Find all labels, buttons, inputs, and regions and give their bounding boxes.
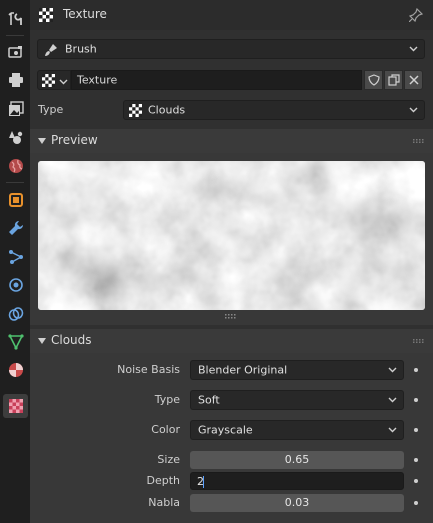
- camera-back-icon: [7, 46, 22, 58]
- brush-icon: [45, 44, 57, 56]
- properties-editor: Texture Brush Texture Type Clouds Previe…: [30, 0, 433, 523]
- size-label: Size: [157, 453, 180, 466]
- panel-expanded-icon: [38, 338, 46, 344]
- editor-header: Texture: [30, 0, 433, 30]
- texture-type-value: Clouds: [148, 103, 186, 117]
- texture-context-dropdown[interactable]: Brush: [37, 39, 425, 59]
- texture-name-field[interactable]: Texture: [71, 70, 362, 90]
- properties-tab-bar: [0, 0, 30, 523]
- close-icon: [408, 75, 419, 85]
- drag-handle-icon[interactable]: [413, 139, 425, 143]
- triangle-mesh-icon: [7, 334, 24, 350]
- size-field[interactable]: 0.65: [190, 451, 404, 469]
- preview-resize-handle-icon[interactable]: [225, 314, 237, 320]
- physics-tab[interactable]: [3, 273, 28, 297]
- checker-texture-icon: [42, 74, 55, 87]
- texture-type-dropdown[interactable]: Clouds: [123, 100, 425, 120]
- nabla-value: 0.03: [284, 496, 310, 509]
- keyframe-dot[interactable]: [414, 368, 418, 372]
- editor-title: Texture: [63, 7, 107, 21]
- chevron-down-icon: [388, 427, 397, 433]
- noise-type-dropdown[interactable]: Soft: [190, 390, 404, 410]
- chevron-down-icon: [388, 397, 397, 403]
- view-layer-tab[interactable]: [3, 97, 28, 121]
- color-label: Color: [151, 423, 180, 436]
- unlink-texture-button[interactable]: [404, 70, 423, 90]
- checker-texture-icon: [8, 399, 23, 413]
- size-value: 0.65: [284, 453, 310, 466]
- keyframe-dot[interactable]: [414, 501, 418, 505]
- noise-basis-label: Noise Basis: [117, 363, 180, 376]
- orange-square-icon: [8, 193, 23, 207]
- checker-texture-icon: [129, 104, 142, 117]
- particles-tab[interactable]: [3, 245, 28, 269]
- color-dropdown[interactable]: Grayscale: [190, 420, 404, 440]
- chevron-down-icon: [59, 79, 68, 85]
- depth-label: Depth: [146, 474, 180, 487]
- material-sphere-icon: [8, 363, 23, 377]
- panel-expanded-icon: [38, 138, 46, 144]
- world-tab[interactable]: [3, 154, 28, 178]
- scene-tab[interactable]: [3, 125, 28, 149]
- keyframe-dot[interactable]: [414, 458, 418, 462]
- texture-name-value: Texture: [77, 73, 118, 87]
- nabla-label: Nabla: [148, 496, 180, 509]
- duplicate-icon: [387, 74, 400, 86]
- constraints-tab[interactable]: [3, 302, 28, 326]
- wrench-screwdriver-icon: [7, 12, 22, 25]
- color-value: Grayscale: [198, 423, 253, 437]
- texture-preview-image: [38, 161, 425, 310]
- noise-basis-dropdown[interactable]: Blender Original: [190, 360, 404, 380]
- wrench-icon: [8, 220, 23, 235]
- object-tab[interactable]: [3, 188, 28, 212]
- noise-type-label: Type: [154, 393, 180, 406]
- keyframe-dot[interactable]: [414, 398, 418, 402]
- texture-tab[interactable]: [3, 394, 28, 418]
- checker-texture-icon: [39, 8, 53, 22]
- duplicate-texture-button[interactable]: [384, 70, 403, 90]
- fake-user-button[interactable]: [364, 70, 383, 90]
- nodes-icon: [8, 250, 23, 264]
- pin-icon[interactable]: [409, 8, 423, 22]
- drag-handle-icon[interactable]: [413, 339, 425, 343]
- output-tab[interactable]: [3, 68, 28, 92]
- depth-field[interactable]: 2: [190, 472, 404, 490]
- keyframe-dot[interactable]: [414, 428, 418, 432]
- orbit-icon: [8, 278, 23, 292]
- chevron-down-icon: [409, 46, 418, 52]
- type-label: Type: [38, 103, 64, 116]
- browse-texture-button[interactable]: [37, 70, 71, 90]
- material-tab[interactable]: [3, 358, 28, 382]
- clouds-panel-header[interactable]: Clouds: [30, 329, 433, 353]
- tool-tab[interactable]: [3, 7, 28, 31]
- chevron-down-icon: [388, 367, 397, 373]
- link-icon: [8, 307, 23, 321]
- preview-panel-title: Preview: [51, 133, 98, 147]
- keyframe-dot[interactable]: [414, 479, 418, 483]
- cone-sphere-icon: [8, 131, 22, 144]
- modifier-tab[interactable]: [3, 216, 28, 240]
- globe-icon: [8, 159, 23, 173]
- context-value: Brush: [65, 42, 97, 56]
- printer-icon: [8, 73, 23, 87]
- render-tab[interactable]: [3, 40, 28, 64]
- data-tab[interactable]: [3, 330, 28, 354]
- text-caret: [203, 476, 204, 488]
- noise-basis-value: Blender Original: [198, 363, 288, 377]
- image-stack-icon: [8, 101, 24, 116]
- chevron-down-icon: [409, 107, 418, 113]
- clouds-panel-title: Clouds: [51, 333, 92, 347]
- noise-type-value: Soft: [198, 393, 220, 407]
- nabla-field[interactable]: 0.03: [190, 494, 404, 512]
- fake-user-icon: [367, 74, 380, 86]
- preview-panel-header[interactable]: Preview: [30, 129, 433, 153]
